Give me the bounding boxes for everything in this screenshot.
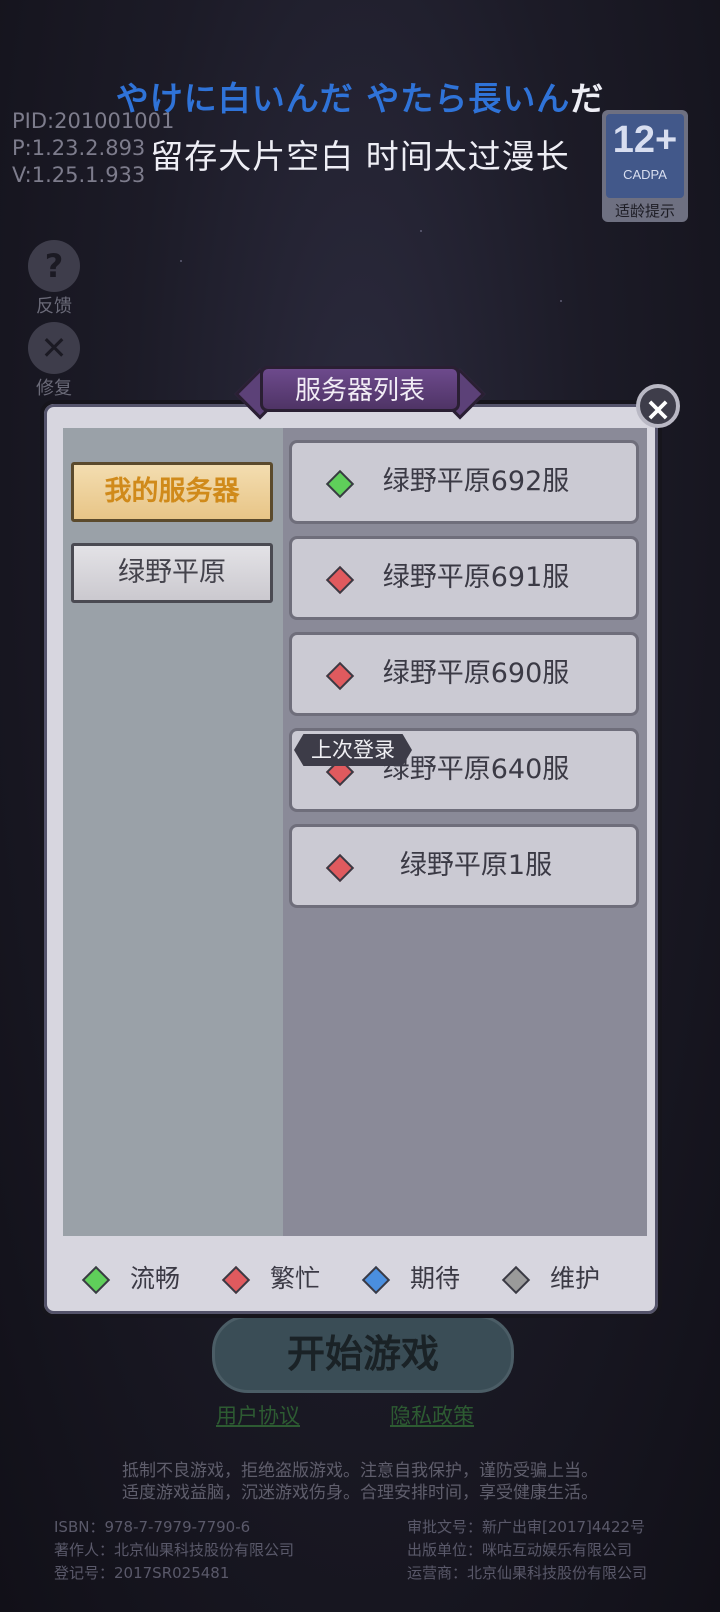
star <box>180 260 182 262</box>
question-icon: ? <box>28 240 80 292</box>
start-game-button[interactable]: 开始游戏 <box>212 1315 514 1393</box>
p-version-text: P:1.23.2.893 <box>12 136 146 160</box>
server-item[interactable]: 绿野平原691服 <box>289 536 639 620</box>
star <box>560 300 562 302</box>
credits-right: 审批文号：新广出审[2017]4422号 出版单位：咪咕互动娱乐有限公司 运营商… <box>407 1516 647 1585</box>
privacy-policy-link[interactable]: 隐私政策 <box>390 1400 474 1430</box>
legend-label: 期待 <box>410 1264 461 1293</box>
build-info: PID:201001001 P:1.23.2.893 V:1.25.1.933 <box>12 108 174 189</box>
credits-left: ISBN：978-7-7979-7790-6 著作人：北京仙果科技股份有限公司 … <box>54 1516 294 1585</box>
legend-label: 繁忙 <box>270 1264 321 1293</box>
age-rating-inner: 12+ CADPA <box>606 114 684 198</box>
server-name: 绿野平原690服 <box>382 658 570 689</box>
legend-label: 流畅 <box>130 1264 181 1293</box>
repair-button[interactable]: ✕ 修复 <box>26 322 82 400</box>
server-item[interactable]: 绿野平原1服 <box>289 824 639 908</box>
tab-lvye-plain[interactable]: 绿野平原 <box>71 543 273 603</box>
isbn-text: ISBN：978-7-7979-7790-6 <box>54 1518 251 1536</box>
subtitle-line-1-highlighted: やけに白いんだ やたら長いん <box>115 79 571 118</box>
legend-label: 维护 <box>550 1264 601 1293</box>
repair-label: 修复 <box>36 378 72 399</box>
server-name: 绿野平原1服 <box>399 850 553 881</box>
server-name: 绿野平原692服 <box>382 466 570 497</box>
last-login-badge: 上次登录 <box>294 734 412 766</box>
age-rating-number: 12+ <box>612 119 678 161</box>
age-rating-badge[interactable]: 12+ CADPA 适龄提示 <box>602 110 688 222</box>
age-rating-tip: 适龄提示 <box>614 202 675 220</box>
close-icon: × <box>644 390 672 428</box>
user-agreement-link[interactable]: 用户协议 <box>216 1400 300 1430</box>
feedback-button[interactable]: ? 反馈 <box>26 240 82 318</box>
operator-text: 运营商：北京仙果科技股份有限公司 <box>407 1564 648 1582</box>
health-notice-line-2: 适度游戏益脑，沉迷游戏伤身。合理安排时间，享受健康生活。 <box>122 1483 598 1503</box>
server-item[interactable]: 绿野平原690服 <box>289 632 639 716</box>
reg-text: 登记号：2017SR025481 <box>54 1564 230 1582</box>
pid-text: PID:201001001 <box>12 109 175 133</box>
subtitle-line-1-rest: だ <box>570 79 605 118</box>
star <box>420 230 422 232</box>
age-rating-org: CADPA <box>623 167 667 182</box>
server-name: 绿野平原691服 <box>382 562 570 593</box>
tools-icon: ✕ <box>28 322 80 374</box>
publisher-text: 出版单位：咪咕互动娱乐有限公司 <box>407 1541 633 1559</box>
feedback-label: 反馈 <box>36 296 72 317</box>
author-text: 著作人：北京仙果科技股份有限公司 <box>54 1541 295 1559</box>
dialog-title: 服务器列表 <box>260 366 460 412</box>
tab-my-servers[interactable]: 我的服务器 <box>71 462 273 522</box>
v-version-text: V:1.25.1.933 <box>12 163 146 187</box>
approval-text: 审批文号：新广出审[2017]4422号 <box>407 1518 646 1536</box>
dialog-title-banner: 服务器列表 <box>234 356 486 420</box>
server-item[interactable]: 绿野平原692服 <box>289 440 639 524</box>
close-button[interactable]: × <box>636 384 680 428</box>
